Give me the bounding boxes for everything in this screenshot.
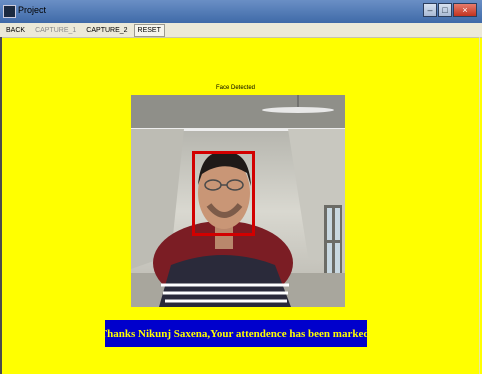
window-right-edge (479, 37, 480, 374)
face-detection-box (192, 151, 255, 236)
app-icon (3, 5, 16, 18)
camera-feed (131, 95, 345, 307)
attendance-message: Thanks Nikunj Saxena,Your attendence has… (100, 320, 372, 347)
window-title: Project (18, 5, 47, 15)
capture-2-button[interactable]: CAPTURE_2 (82, 24, 131, 37)
close-button[interactable]: × (453, 3, 477, 17)
window-left-edge (0, 37, 2, 374)
capture-1-button[interactable]: CAPTURE_1 (31, 24, 80, 37)
minimize-button[interactable]: – (423, 3, 437, 17)
reset-button[interactable]: RESET (133, 23, 165, 37)
maximize-button[interactable]: □ (438, 3, 452, 17)
back-button[interactable]: BACK (2, 24, 29, 37)
toolbar: BACK CAPTURE_1 CAPTURE_2 RESET (0, 23, 482, 38)
window-controls: – □ × (422, 3, 477, 17)
attendance-message-text: Thanks Nikunj Saxena,Your attendence has… (99, 327, 373, 340)
face-detected-label: Face Detected (216, 85, 256, 91)
title-bar[interactable]: Project – □ × (0, 0, 482, 23)
